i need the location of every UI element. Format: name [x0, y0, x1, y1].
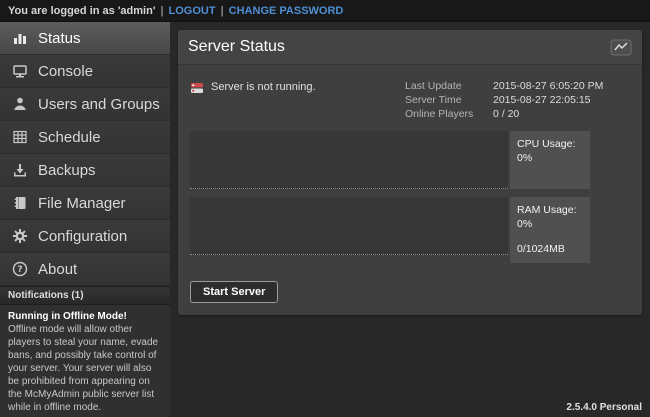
notification-panel: Running in Offline Mode! Offline mode wi… — [0, 305, 170, 417]
info-value: 2015-08-27 6:05:20 PM — [493, 79, 603, 93]
sidebar-item-console[interactable]: Console — [0, 55, 170, 88]
sidebar: Status Console Users and Groups Schedule — [0, 22, 170, 416]
ram-usage-box: RAM Usage: 0% 0/1024MB — [510, 197, 590, 263]
cpu-chart-row: CPU Usage: 0% — [190, 131, 630, 189]
ram-usage-label: RAM Usage: — [517, 203, 583, 217]
info-label: Online Players — [405, 107, 493, 121]
notification-title: Running in Offline Mode! — [8, 310, 162, 323]
info-label: Last Update — [405, 79, 493, 93]
info-value: 0 / 20 — [493, 107, 519, 121]
sidebar-item-file-manager[interactable]: File Manager — [0, 187, 170, 220]
sidebar-item-label: Configuration — [38, 228, 127, 245]
cpu-usage-chart — [190, 131, 508, 189]
sidebar-item-label: Console — [38, 63, 93, 80]
notification-body-text: Offline mode will allow other players to… — [8, 323, 162, 414]
cpu-usage-value: 0% — [517, 151, 583, 165]
login-status-text: You are logged in as 'admin' — [8, 5, 155, 17]
server-stopped-icon — [190, 81, 204, 98]
info-row-last-update: Last Update 2015-08-27 6:05:20 PM — [405, 79, 630, 93]
ram-usage-chart — [190, 197, 508, 255]
info-label: Server Time — [405, 93, 493, 107]
logout-link[interactable]: LOGOUT — [169, 5, 216, 17]
svg-text:?: ? — [17, 265, 22, 275]
status-chart-icon — [12, 30, 28, 46]
question-circle-icon: ? — [12, 261, 28, 277]
sidebar-item-label: About — [38, 261, 77, 278]
sidebar-item-about[interactable]: ? About — [0, 253, 170, 286]
server-state: Server is not running. — [190, 79, 316, 121]
gear-icon — [12, 228, 28, 244]
schedule-grid-icon — [12, 129, 28, 145]
sidebar-item-status[interactable]: Status — [0, 22, 170, 55]
version-text: 2.5.4.0 Personal — [566, 402, 642, 413]
ram-chart-row: RAM Usage: 0% 0/1024MB — [190, 197, 630, 263]
info-row-server-time: Server Time 2015-08-27 22:05:15 — [405, 93, 630, 107]
main-content: Server Status Server is not running. — [170, 22, 650, 416]
console-monitor-icon — [12, 63, 28, 79]
change-password-link[interactable]: CHANGE PASSWORD — [229, 5, 344, 17]
cpu-usage-box: CPU Usage: 0% — [510, 131, 590, 189]
page: You are logged in as 'admin' | LOGOUT | … — [0, 0, 650, 417]
performance-chart-icon[interactable] — [610, 39, 632, 56]
panel-body: Server is not running. Last Update 2015-… — [178, 65, 642, 315]
sidebar-item-schedule[interactable]: Schedule — [0, 121, 170, 154]
sidebar-item-label: Status — [38, 30, 81, 47]
server-info-table: Last Update 2015-08-27 6:05:20 PM Server… — [405, 79, 630, 121]
server-status-message: Server is not running. — [211, 81, 316, 93]
sidebar-item-users-and-groups[interactable]: Users and Groups — [0, 88, 170, 121]
page-title: Server Status — [188, 38, 285, 56]
notifications-header: Notifications (1) — [0, 286, 170, 305]
users-icon — [12, 96, 28, 112]
panel-header: Server Status — [178, 30, 642, 65]
sidebar-item-configuration[interactable]: Configuration — [0, 220, 170, 253]
separator: | — [221, 5, 224, 17]
info-row-online-players: Online Players 0 / 20 — [405, 107, 630, 121]
sidebar-item-label: Schedule — [38, 129, 101, 146]
server-status-panel: Server Status Server is not running. — [178, 30, 642, 315]
top-bar: You are logged in as 'admin' | LOGOUT | … — [0, 0, 650, 22]
start-server-button[interactable]: Start Server — [190, 281, 278, 303]
sidebar-item-backups[interactable]: Backups — [0, 154, 170, 187]
ram-usage-detail: 0/1024MB — [517, 242, 583, 256]
sidebar-item-label: Backups — [38, 162, 96, 179]
sidebar-item-label: File Manager — [38, 195, 126, 212]
sidebar-item-label: Users and Groups — [38, 96, 160, 113]
file-manager-book-icon — [12, 195, 28, 211]
ram-usage-value: 0% — [517, 217, 583, 231]
status-row: Server is not running. Last Update 2015-… — [186, 73, 634, 131]
cpu-usage-label: CPU Usage: — [517, 137, 583, 151]
separator: | — [160, 5, 163, 17]
backups-download-icon — [12, 162, 28, 178]
layout: Status Console Users and Groups Schedule — [0, 22, 650, 416]
info-value: 2015-08-27 22:05:15 — [493, 93, 591, 107]
